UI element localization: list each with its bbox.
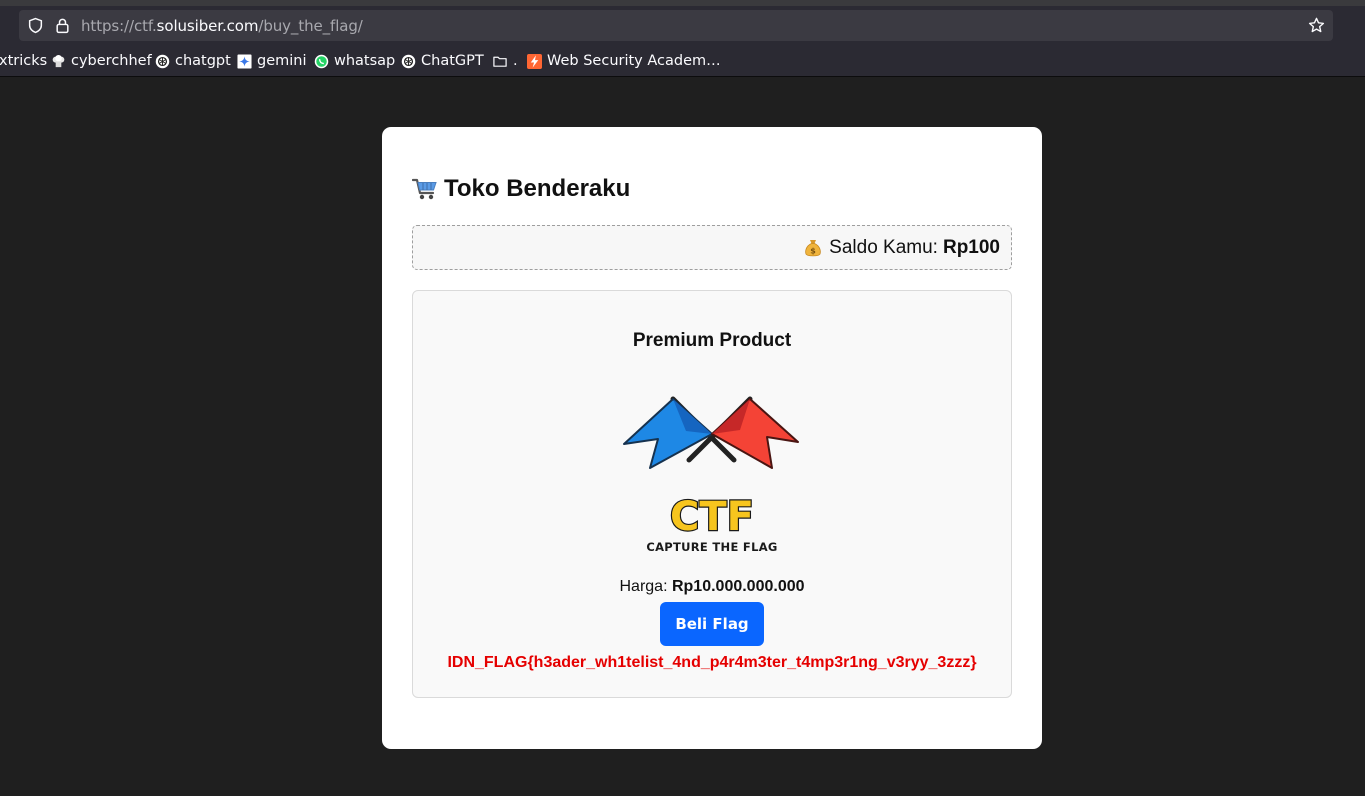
openai-icon (155, 54, 170, 68)
product-name: Premium Product (632, 330, 792, 351)
bookmark-folder[interactable]: . (492, 52, 518, 70)
logo-subtext: CAPTURE THE FLAG (646, 540, 777, 554)
bookmark-xtricks[interactable]: xtricks (0, 52, 47, 70)
svg-text:$: $ (810, 247, 816, 256)
bookmark-chatgpt-2[interactable]: ChatGPT (401, 52, 484, 70)
url-prefix: https://ctf. (81, 17, 157, 35)
bookmark-label: xtricks (0, 53, 48, 69)
url-host: solusiber.com (156, 17, 259, 35)
logo-text: CTF (670, 494, 754, 540)
money-bag-icon: $ (805, 240, 821, 257)
bookmark-label: cyberchhef (71, 53, 152, 69)
whatsapp-icon (314, 54, 329, 68)
bookmark-label: chatgpt (175, 53, 231, 69)
gemini-icon (237, 53, 252, 69)
folder-icon (493, 56, 507, 67)
shield-icon[interactable] (27, 17, 44, 34)
browser-toolbar: https://ctf.solusiber.com/buy_the_flag/ (0, 6, 1365, 48)
portswigger-icon (527, 53, 542, 69)
bookmark-gemini[interactable]: gemini (237, 52, 307, 70)
price-label: Harga: (619, 578, 668, 595)
page-title: Toko Benderaku (412, 175, 630, 203)
bookmark-label: gemini (257, 53, 307, 69)
bookmark-label: . (513, 53, 518, 69)
bookmarks-bar: xtricks cyberchhef chatgpt gemini whatsa… (0, 48, 1365, 77)
balance-label: Saldo Kamu: (829, 237, 938, 258)
bookmark-whatsap[interactable]: whatsap (314, 52, 395, 70)
balance-text: $ Saldo Kamu: Rp100 (803, 237, 1000, 259)
address-bar[interactable]: https://ctf.solusiber.com/buy_the_flag/ (19, 10, 1333, 41)
openai-icon (401, 54, 416, 68)
title-text: Toko Benderaku (444, 175, 631, 202)
bookmark-label: whatsap (334, 53, 396, 69)
balance-value: Rp100 (942, 237, 1000, 258)
bookmark-label: ChatGPT (421, 53, 484, 69)
product-card: Premium Product CTF CAPTURE THE FLAG Har… (412, 290, 1012, 698)
bookmark-label: Web Security Academ… (547, 53, 721, 69)
bookmark-cyberchhef[interactable]: cyberchhef (51, 52, 152, 70)
lock-icon[interactable] (54, 17, 71, 34)
url-path: /buy_the_flag/ (258, 17, 363, 35)
url-text[interactable]: https://ctf.solusiber.com/buy_the_flag/ (81, 17, 363, 35)
price-line: Harga: Rp10.000.000.000 (413, 578, 1011, 596)
ctf-logo: CTF CAPTURE THE FLAG (623, 396, 799, 554)
flag-text: IDN_FLAG{h3ader_wh1telist_4nd_p4r4m3ter_… (447, 654, 977, 671)
bookmark-chatgpt[interactable]: chatgpt (155, 52, 231, 70)
bookmark-star-icon[interactable] (1308, 17, 1325, 34)
chef-hat-icon (52, 54, 65, 67)
bookmark-web-security-academy[interactable]: Web Security Academ… (527, 52, 721, 70)
shop-card: Toko Benderaku $ Saldo Kamu: Rp100 Premi… (382, 127, 1042, 749)
buy-flag-button[interactable]: Beli Flag (660, 602, 764, 646)
shopping-cart-icon (412, 178, 437, 200)
price-value: Rp10.000.000.000 (671, 578, 805, 595)
balance-box: $ Saldo Kamu: Rp100 (412, 225, 1012, 270)
